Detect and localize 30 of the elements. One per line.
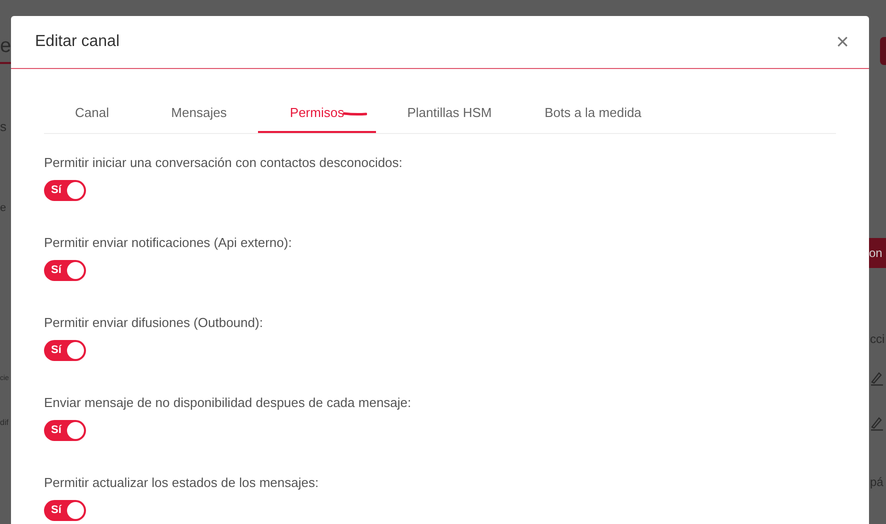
scribble-mark — [343, 112, 367, 116]
permission-label: Permitir enviar notificaciones (Api externo): — [44, 235, 293, 251]
tab[interactable]: Plantillas HSM — [376, 94, 523, 133]
tab[interactable]: Mensajes — [140, 94, 258, 133]
toggle-switch[interactable]: Sí — [44, 420, 86, 441]
switch-label: Sí — [50, 185, 62, 196]
permission-label: Enviar mensaje de no disponibilidad despues de cada mensaje: — [44, 395, 412, 411]
pencil-icon — [870, 415, 884, 431]
switch-label: Sí — [50, 265, 62, 276]
pencil-icon — [870, 370, 884, 386]
close-button[interactable]: × — [836, 31, 849, 53]
switch-label: Sí — [50, 345, 62, 356]
permission-label: Permitir actualizar los estados de los mensajes: — [44, 475, 320, 491]
switch-knob — [67, 342, 84, 359]
permission-label: Permitir enviar difusiones (Outbound): — [44, 315, 264, 331]
switch-knob — [67, 502, 84, 519]
switch-knob — [67, 422, 84, 439]
permission-label: Permitir iniciar una conversación con contactos desconocidos: — [44, 155, 404, 171]
switch-label: Sí — [50, 425, 62, 436]
tab[interactable]: Permisos — [258, 94, 376, 133]
toggle-switch[interactable]: Sí — [44, 340, 86, 361]
dialog-title: Editar canal — [35, 32, 120, 52]
tab[interactable]: Canal — [44, 94, 140, 133]
switch-knob — [67, 262, 84, 279]
toggle-switch[interactable]: Sí — [44, 500, 86, 521]
switch-label: Sí — [50, 505, 62, 516]
toggle-switch[interactable]: Sí — [44, 260, 86, 281]
switch-knob — [67, 182, 84, 199]
tab[interactable]: Bots a la medida — [523, 94, 663, 133]
toggle-switch[interactable]: Sí — [44, 180, 86, 201]
